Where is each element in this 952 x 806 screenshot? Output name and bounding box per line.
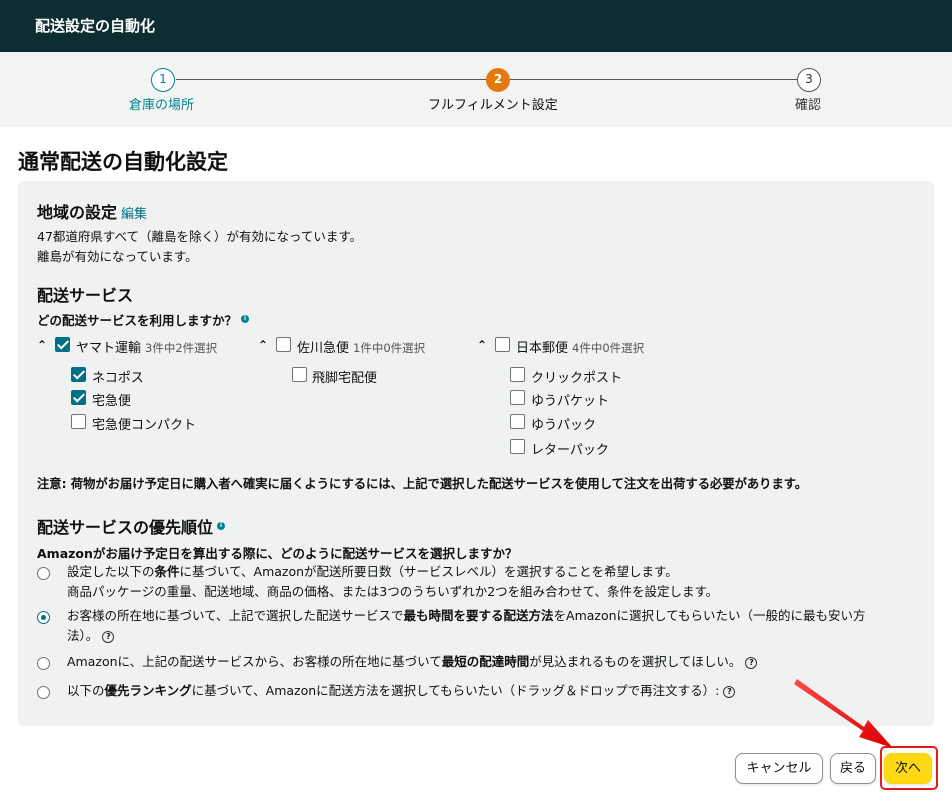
region-edit-link[interactable]: 編集 xyxy=(121,207,147,222)
question-circle-icon[interactable]: ? xyxy=(745,656,758,669)
option-text-bold: 最短の配達時間 xyxy=(441,654,530,669)
chevron-up-icon[interactable]: ⌃ xyxy=(37,338,47,352)
option-hikyaku-checkbox[interactable] xyxy=(292,367,307,382)
option-letterpack-checkbox[interactable] xyxy=(510,439,525,454)
option-yupacket-checkbox[interactable] xyxy=(510,390,525,405)
option-takkyubin-compact-checkbox[interactable] xyxy=(71,414,86,429)
services-note: 注意: 荷物がお届け予定日に購入者へ確実に届くようにするには、上記で選択した配送… xyxy=(37,477,808,491)
option-text: お客様の所在地に基づいて、上記で選択した配送サービスで xyxy=(67,608,404,623)
step-2-label: フルフィルメント設定 xyxy=(428,98,558,113)
option-letterpack-label: レターパック xyxy=(531,443,609,458)
option-text: 以下の xyxy=(67,683,105,698)
step-3-circle: 3 xyxy=(797,68,821,92)
option-hikyaku-label: 飛脚宅配便 xyxy=(312,371,378,386)
services-question: どの配送サービスを利用しますか？ i xyxy=(37,310,250,329)
question-circle-icon[interactable]: ? xyxy=(723,685,736,698)
carrier-yamato-count: 3件中2件選択 xyxy=(145,341,218,355)
carrier-yamato-checkbox[interactable] xyxy=(55,337,70,352)
option-nekopos-checkbox[interactable] xyxy=(71,367,86,382)
carrier-sagawa-count: 1件中0件選択 xyxy=(353,341,426,355)
priority-radio-ranking[interactable] xyxy=(37,686,50,699)
step-2-circle: 2 xyxy=(486,68,510,92)
carrier-sagawa-name: 佐川急便 xyxy=(297,341,350,356)
priority-option-slowest[interactable]: お客様の所在地に基づいて、上記で選択した配送サービスで最も時間を要する配送方法を… xyxy=(67,606,917,646)
option-yupack-label: ゆうパック xyxy=(531,418,597,433)
region-line-1: 47都道府県すべて（離島を除く）が有効になっています。 xyxy=(37,229,363,244)
option-text-bold: 最も時間を要する配送方法 xyxy=(403,608,554,623)
carrier-sagawa-checkbox[interactable] xyxy=(276,337,291,352)
option-text: に基づいて、Amazonに配送方法を選択してもらいたい（ドラッグ＆ドロップで再注… xyxy=(191,683,720,698)
chevron-up-icon[interactable]: ⌃ xyxy=(477,338,487,352)
progress-stepper: 1 2 3 倉庫の場所 フルフィルメント設定 確認 xyxy=(0,52,952,127)
step-3-label: 確認 xyxy=(795,98,822,113)
region-line-2: 離島が有効になっています。 xyxy=(37,249,198,264)
option-text: をAmazonに選択してもらいたい（一般的に最も安い方 xyxy=(553,608,866,623)
highlight-box xyxy=(880,746,938,790)
info-icon[interactable]: i xyxy=(217,521,226,530)
option-yupacket-label: ゆうパケット xyxy=(531,394,610,409)
priority-radio-fastest[interactable] xyxy=(37,657,50,670)
app-header: 配送設定の自動化 xyxy=(0,0,952,52)
priority-radio-slowest[interactable] xyxy=(37,611,50,624)
step-1-label[interactable]: 倉庫の場所 xyxy=(129,94,194,113)
carrier-japanpost-checkbox[interactable] xyxy=(495,337,510,352)
step-1-circle[interactable]: 1 xyxy=(151,68,175,92)
services-title: 配送サービス xyxy=(37,286,134,305)
option-text-line2: 商品パッケージの重量、配送地域、商品の価格、または3つのうちいずれか2つを組み合… xyxy=(67,584,719,599)
option-takkyubin-label: 宅急便 xyxy=(92,394,132,409)
priority-question: Amazonがお届け予定日を算出する際に、どのように配送サービスを選択しますか？ xyxy=(37,546,518,561)
option-nekopos-label: ネコポス xyxy=(92,371,144,386)
carrier-yamato-name: ヤマト運輸 xyxy=(76,341,142,356)
option-text: に基づいて、Amazonが配送所要日数（サービスレベル）を選択することを希望しま… xyxy=(179,564,678,579)
stepper-line-1 xyxy=(176,79,486,80)
carrier-japanpost-label: 日本郵便 4件中0件選択 xyxy=(516,337,644,356)
carrier-yamato-label: ヤマト運輸 3件中2件選択 xyxy=(76,337,217,356)
option-takkyubin-compact-label: 宅急便コンパクト xyxy=(92,418,197,433)
region-title: 地域の設定 編集 xyxy=(37,199,147,223)
option-text: 設定した以下の xyxy=(67,564,155,579)
carrier-japanpost-name: 日本郵便 xyxy=(516,341,569,356)
stepper-line-2 xyxy=(510,79,798,80)
option-text-bold: 優先ランキング xyxy=(104,683,192,698)
chevron-up-icon[interactable]: ⌃ xyxy=(258,338,268,352)
priority-title-text: 配送サービスの優先順位 xyxy=(37,518,214,537)
page-title: 通常配送の自動化設定 xyxy=(18,150,228,174)
header-title: 配送設定の自動化 xyxy=(35,17,156,35)
info-icon[interactable]: i xyxy=(241,314,250,323)
priority-radio-conditions[interactable] xyxy=(37,567,50,580)
option-text: が見込まれるものを選択してほしい。 xyxy=(529,654,742,669)
option-clickpost-label: クリックポスト xyxy=(531,371,623,386)
region-title-text: 地域の設定 xyxy=(37,203,118,222)
option-text: Amazonに、上記の配送サービスから、お客様の所在地に基づいて xyxy=(67,654,442,669)
carrier-japanpost-count: 4件中0件選択 xyxy=(572,341,645,355)
priority-option-ranking[interactable]: 以下の優先ランキングに基づいて、Amazonに配送方法を選択してもらいたい（ドラ… xyxy=(67,681,917,701)
question-circle-icon[interactable]: ? xyxy=(102,630,115,643)
back-button[interactable]: 戻る xyxy=(830,753,876,784)
option-yupack-checkbox[interactable] xyxy=(510,414,525,429)
priority-option-conditions[interactable]: 設定した以下の条件に基づいて、Amazonが配送所要日数（サービスレベル）を選択… xyxy=(67,562,917,602)
option-clickpost-checkbox[interactable] xyxy=(510,367,525,382)
option-text-line2: 法）。 xyxy=(67,628,99,643)
priority-title: 配送サービスの優先順位 i xyxy=(37,514,226,538)
priority-option-fastest[interactable]: Amazonに、上記の配送サービスから、お客様の所在地に基づいて最短の配達時間が… xyxy=(67,652,917,672)
cancel-button[interactable]: キャンセル xyxy=(735,753,823,784)
option-text-bold: 条件 xyxy=(154,564,180,579)
services-question-text: どの配送サービスを利用しますか？ xyxy=(37,313,238,328)
carrier-sagawa-label: 佐川急便 1件中0件選択 xyxy=(297,337,425,356)
option-takkyubin-checkbox[interactable] xyxy=(71,390,86,405)
